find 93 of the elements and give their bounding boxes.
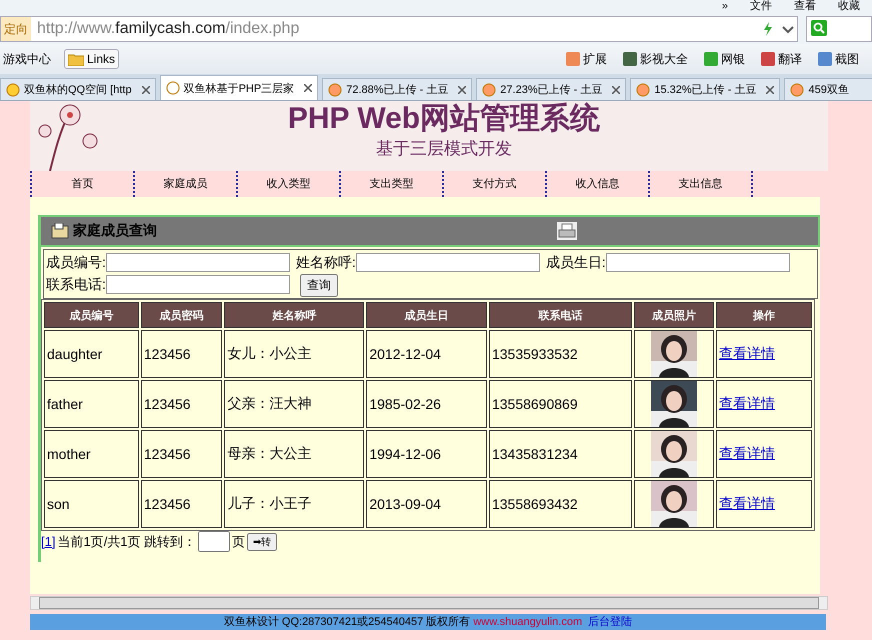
page-link[interactable]: [1] (41, 534, 56, 549)
close-icon[interactable] (458, 86, 466, 94)
column-header: 姓名称呼 (224, 302, 364, 328)
column-header: 成员生日 (366, 302, 487, 328)
input-field[interactable] (356, 253, 540, 272)
input-field[interactable] (606, 253, 790, 272)
page-icon (6, 82, 20, 96)
table-cell: 123456 (140, 430, 222, 478)
page-input[interactable] (198, 531, 230, 552)
view-details-link[interactable]: 查看详情 (718, 445, 775, 461)
field-label: 姓名称呼: (296, 254, 356, 270)
column-header: 操作 (716, 302, 812, 328)
table-cell: 13558690869 (488, 380, 632, 428)
lightning-icon[interactable] (763, 22, 773, 36)
page-icon (328, 82, 342, 96)
column-header: 成员编号 (44, 302, 139, 328)
menu-item[interactable]: 文件 (750, 0, 772, 14)
column-header: 成员照片 (634, 302, 714, 328)
toolbar-button[interactable]: 翻译 (758, 48, 805, 70)
table-cell: father (44, 380, 139, 428)
table-cell: 123456 (140, 480, 222, 528)
app-icon (761, 52, 775, 66)
field-label: 成员生日: (546, 254, 606, 270)
app-icon (623, 52, 637, 66)
column-header: 成员密码 (140, 302, 222, 328)
scroll-thumb[interactable] (39, 597, 819, 609)
field-label: 成员编号: (46, 254, 106, 270)
menu-item[interactable]: 查看 (794, 0, 816, 14)
page-icon (790, 82, 804, 96)
url-text: http://www.familycash.com/index.php (37, 20, 300, 38)
page-icon (166, 81, 180, 95)
search-field[interactable] (806, 16, 872, 42)
page-unit: 页 (232, 532, 246, 550)
site-title: PHP Web网站管理系统 (288, 101, 600, 137)
table-cell: 2012-12-04 (366, 330, 487, 378)
browser-tab[interactable]: 72.88%已上传 - 土豆 (322, 78, 472, 100)
input-field[interactable] (106, 253, 290, 272)
search-button[interactable]: 查询 (300, 274, 338, 297)
table-cell: 13435831234 (488, 430, 632, 478)
table-cell: 123456 (140, 380, 222, 428)
table-cell: 2013-09-04 (366, 480, 487, 528)
app-icon (566, 52, 580, 66)
input-field[interactable] (106, 275, 290, 294)
printer-icon[interactable] (557, 222, 577, 240)
app-icon (704, 52, 718, 66)
table-cell: son (44, 480, 139, 528)
toolbar-button[interactable]: 影视大全 (620, 48, 691, 70)
table-cell: 儿子：小王子 (224, 480, 364, 528)
close-icon[interactable] (142, 86, 150, 94)
table-cell: 1985-02-26 (366, 380, 487, 428)
toolbar-button[interactable]: 网银 (701, 48, 748, 70)
table-cell: mother (44, 430, 139, 478)
browser-tab[interactable]: 双鱼林的QQ空间 [http (0, 78, 156, 100)
browser-tab[interactable]: 27.23%已上传 - 土豆 (476, 78, 626, 100)
field-label: 联系电话: (46, 276, 106, 292)
go-button[interactable]: ➡转 (247, 532, 278, 550)
menu-item[interactable]: 收藏 (838, 0, 860, 14)
panel-title: 家庭成员查询 (73, 222, 158, 240)
toolbar-button[interactable]: 截图 (815, 48, 862, 70)
column-header: 联系电话 (488, 302, 632, 328)
menu-item[interactable]: » (722, 0, 728, 14)
links-button[interactable]: Links (64, 49, 120, 69)
table-cell: daughter (44, 330, 139, 378)
browser-tab[interactable]: 15.32%已上传 - 土豆 (630, 78, 780, 100)
table-cell: 母亲：大公主 (224, 430, 364, 478)
view-details-link[interactable]: 查看详情 (718, 495, 775, 511)
admin-login-link[interactable]: 后台登陆 (588, 614, 632, 630)
toolbar-button[interactable]: 扩展 (563, 48, 610, 70)
page-icon (636, 82, 650, 96)
view-details-link[interactable]: 查看详情 (718, 345, 775, 361)
table-cell: 女儿：小公主 (224, 330, 364, 378)
folder-icon (51, 223, 69, 239)
browser-tab[interactable]: 双鱼林基于PHP三层家 (160, 75, 318, 100)
close-icon[interactable] (766, 86, 774, 94)
close-icon[interactable] (612, 86, 620, 94)
page-icon (482, 82, 496, 96)
site-subtitle: 基于三层模式开发 (376, 138, 512, 160)
table-cell: 13558693432 (488, 480, 632, 528)
view-details-link[interactable]: 查看详情 (718, 395, 775, 411)
browser-tab[interactable]: 459双鱼 (784, 78, 872, 100)
close-icon[interactable] (304, 84, 312, 92)
table-cell: 父亲：汪大神 (224, 380, 364, 428)
address-bar[interactable]: 定向 http://www.familycash.com/index.php (0, 16, 798, 42)
table-cell: 13535933532 (488, 330, 632, 378)
folder-icon (68, 52, 84, 66)
app-icon (818, 52, 832, 66)
table-cell: 1994-12-06 (366, 430, 487, 478)
table-cell: 123456 (140, 330, 222, 378)
page-status: 当前1页/共1页 跳转到： (57, 532, 196, 550)
copyright-text: 双鱼林设计 QQ:287307421或254540457 版权所有 www.shuangyulin.com (224, 615, 582, 630)
redirect-label: 定向 (1, 17, 31, 41)
toolbar-link[interactable]: 游戏中心 (0, 48, 54, 70)
horizontal-scrollbar[interactable] (30, 596, 828, 610)
